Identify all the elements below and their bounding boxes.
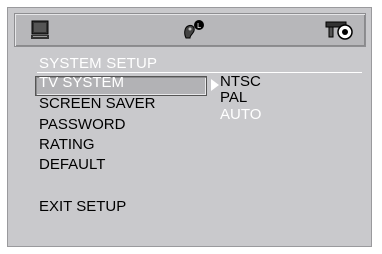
menu-item-password[interactable]: PASSWORD <box>39 116 125 133</box>
speaker-settings-icon[interactable] <box>325 19 355 41</box>
option-pal[interactable]: PAL <box>220 89 247 106</box>
option-ntsc[interactable]: NTSC <box>220 73 261 90</box>
top-toolbar: L <box>14 13 366 47</box>
menu-item-default[interactable]: DEFAULT <box>39 156 105 173</box>
menu-item-rating[interactable]: RATING <box>39 136 95 153</box>
person-audio-icon[interactable]: L <box>181 19 205 41</box>
monitor-icon[interactable] <box>29 19 51 41</box>
submenu-arrow-icon <box>211 79 219 91</box>
menu-item-screen-saver[interactable]: SCREEN SAVER <box>39 95 155 112</box>
option-auto[interactable]: AUTO <box>220 106 261 123</box>
menu-item-exit-setup[interactable]: EXIT SETUP <box>39 198 126 215</box>
page-title: SYSTEM SETUP <box>39 55 158 72</box>
setup-window: L SYSTEM SETUP TV SYSTEM SCREEN SAVER PA… <box>7 7 372 247</box>
menu-item-tv-system[interactable]: TV SYSTEM <box>39 74 124 91</box>
title-divider <box>37 72 362 73</box>
svg-text:L: L <box>197 22 201 30</box>
